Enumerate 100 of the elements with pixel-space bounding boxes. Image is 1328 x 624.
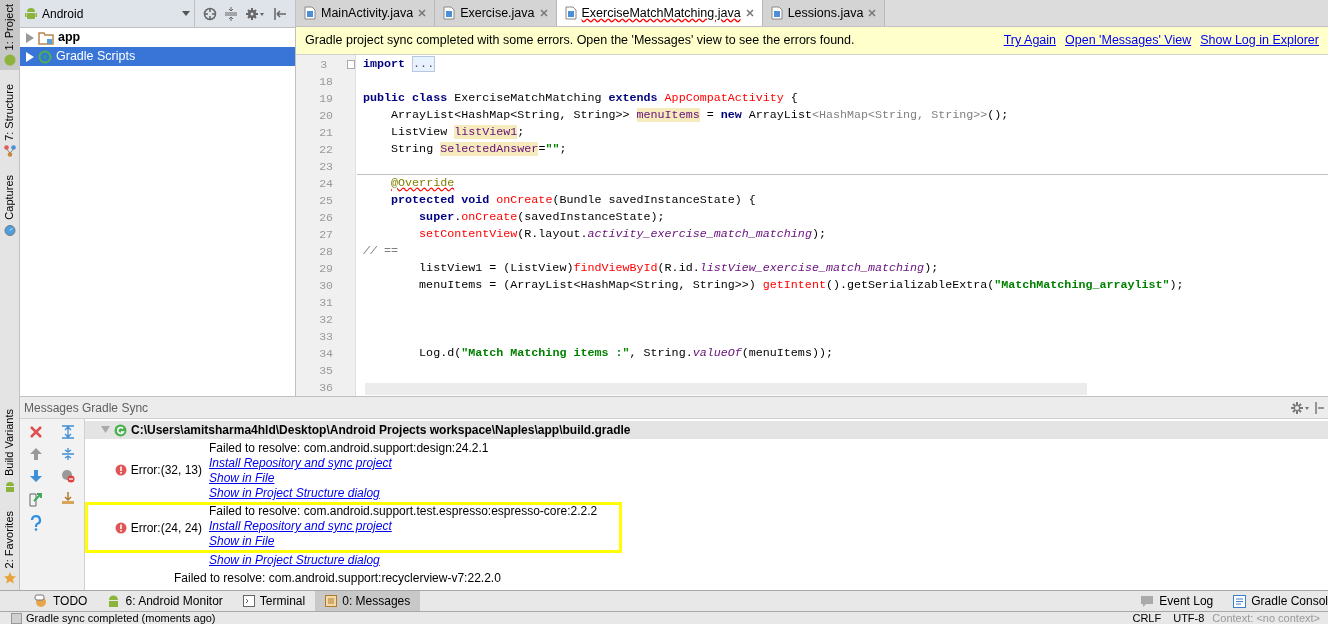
line-number: 20 (318, 107, 333, 124)
line-number: 34 (318, 345, 333, 362)
tool-window-tab[interactable]: Gradle Consol (1223, 591, 1328, 611)
collapse-all-icon[interactable] (61, 447, 75, 461)
hide-panel-icon[interactable] (273, 6, 287, 21)
gear-icon[interactable] (1290, 400, 1310, 415)
crosshair-icon[interactable] (203, 6, 217, 21)
code-line: public class ExerciseMatchMatching extends AppCompatActivity { (363, 89, 798, 107)
code-line: ListView listView1; (390, 123, 525, 141)
java-file-icon (564, 6, 577, 20)
tree-header-row[interactable]: C:\Users\amitsharma4hld\Desktop\Android Projects workspace\Naples\app\build.gradle (85, 421, 1328, 439)
close-icon[interactable] (868, 9, 877, 17)
message-row[interactable]: Error:(24, 24) Failed to resolve: com.android.support.test.espresso:espresso-core:2.2.2 Install Repository and sync project Show in File Show in Project Structure dialog (85, 502, 1328, 568)
line-number: 26 (318, 209, 333, 226)
java-file-icon (304, 6, 316, 20)
line-number: 24 (318, 175, 333, 192)
line-number: 35 (318, 362, 333, 379)
error-location: Error:(24, 24) (130, 519, 202, 537)
line-separator-selector[interactable]: CRLF (1132, 612, 1162, 624)
messages-icon (325, 595, 338, 607)
message-row[interactable]: Error:(32, 13) Failed to resolve: com.android.support:design:24.2.1 Install Repository and sync project Show in File Show in Project Structure dialog (85, 439, 1328, 501)
code-line: Log.d("Match Matching items :", String.valueOf(menuItems)); (418, 344, 833, 362)
collapse-icon[interactable] (225, 6, 237, 21)
tool-window-tab[interactable]: Event Log (1130, 591, 1224, 611)
tool-window-tab[interactable]: 0: Messages (315, 591, 421, 611)
error-link[interactable]: Show in Project Structure dialog (209, 553, 380, 568)
tree-item[interactable]: Gradle Scripts (20, 47, 295, 66)
close-icon[interactable] (418, 9, 427, 17)
close-icon[interactable] (29, 425, 43, 439)
code-line: menuItems = (ArrayList<HashMap<String, String>>) getIntent().getSerializableExtra("MatchMatching_arraylist"); (418, 276, 1184, 294)
star-icon (3, 572, 16, 584)
encoding-selector[interactable]: UTF-8 (1173, 612, 1205, 624)
code-line: ArrayList<HashMap<String, String>> menuItems = new ArrayList<HashMap<String, String>>(); (390, 106, 1009, 124)
side-tool-tab[interactable]: 1: Project (0, 0, 20, 71)
line-number: 36 (318, 379, 333, 396)
caret-icon (182, 11, 190, 16)
help-icon[interactable] (29, 515, 43, 531)
notification-link[interactable]: Open 'Messages' View (1065, 31, 1192, 50)
line-number: 32 (318, 311, 333, 328)
context-label: Context: <no context> (1212, 612, 1320, 624)
download-icon[interactable] (61, 491, 75, 505)
line-number: 18 (318, 73, 333, 90)
line-number: 27 (318, 226, 333, 243)
tool-window-tab[interactable]: 6: Android Monitor (97, 591, 233, 611)
close-icon[interactable] (539, 9, 548, 17)
line-number: 28 (318, 243, 333, 260)
dropdown-value: Android (42, 5, 85, 23)
error-link[interactable]: Show in File (209, 471, 275, 486)
code-line: import ... (363, 55, 436, 74)
error-link[interactable]: Install Repository and sync project (209, 519, 392, 534)
down-arrow-icon[interactable] (29, 469, 43, 483)
java-file-icon (770, 6, 783, 20)
terminal-icon (242, 595, 255, 607)
tree-item[interactable]: app (20, 28, 295, 47)
editor-tab[interactable]: ExerciseMatchMatching.java (556, 0, 763, 26)
error-icon (114, 521, 127, 534)
line-number: 22 (318, 141, 333, 158)
side-tool-tab[interactable]: Captures (0, 171, 20, 240)
notification-link[interactable]: Show Log in Explorer (1200, 31, 1319, 50)
status-toggle-icon[interactable] (11, 612, 22, 624)
code-line: @Override (390, 174, 455, 192)
error-link[interactable]: Install Repository and sync project (209, 456, 392, 471)
export-icon[interactable] (29, 491, 43, 507)
gradle-icon (38, 49, 52, 64)
filter-icon[interactable] (61, 469, 75, 483)
error-link[interactable]: Show in Project Structure dialog (209, 486, 380, 501)
code-line: setContentView(R.layout.activity_exercise_match_matching); (418, 225, 826, 243)
horizontal-scrollbar[interactable] (365, 383, 1087, 395)
editor-tab[interactable]: Exercise.java (435, 0, 557, 26)
expand-all-icon[interactable] (61, 425, 75, 439)
notification-link[interactable]: Try Again (1003, 31, 1057, 50)
line-number: 30 (318, 277, 333, 294)
line-number: 33 (318, 328, 333, 345)
line-number: 21 (318, 124, 333, 141)
close-icon[interactable] (745, 9, 754, 17)
expand-caret-icon[interactable] (101, 426, 110, 434)
up-arrow-icon[interactable] (29, 447, 43, 461)
panel-title: Messages Gradle Sync (24, 399, 150, 417)
hide-panel-icon[interactable] (1314, 400, 1324, 415)
code-line: // == (363, 242, 399, 260)
side-tool-tab[interactable]: 7: Structure (0, 80, 20, 162)
error-message: Failed to resolve: com.android.support.test.espresso:espresso-core:2.2.2 (209, 504, 598, 519)
line-number: 29 (318, 260, 333, 277)
editor-tab[interactable]: MainActivity.java (296, 0, 436, 26)
tool-window-tab[interactable]: TODO (24, 591, 98, 611)
error-message: Failed to resolve: com.android.support:design:24.2.1 (209, 441, 489, 456)
expand-caret-icon[interactable] (26, 32, 34, 43)
side-tool-tab[interactable]: Build Variants (0, 405, 20, 497)
error-location: Error:(32, 13) (130, 462, 202, 479)
code-line: protected void onCreate(Bundle savedInstanceState) { (390, 191, 756, 209)
side-tool-tab[interactable]: 2: Favorites (0, 506, 20, 588)
editor-tab[interactable]: Lessions.java (762, 0, 886, 26)
structure-icon (3, 145, 16, 158)
fold-marker[interactable] (347, 60, 355, 69)
error-link[interactable]: Show in File (209, 534, 275, 549)
tool-window-tab[interactable]: Terminal (232, 591, 316, 611)
gear-icon[interactable] (245, 6, 265, 21)
line-number: 23 (318, 158, 333, 175)
expand-caret-icon[interactable] (26, 51, 34, 62)
line-number: 3 (319, 56, 328, 73)
